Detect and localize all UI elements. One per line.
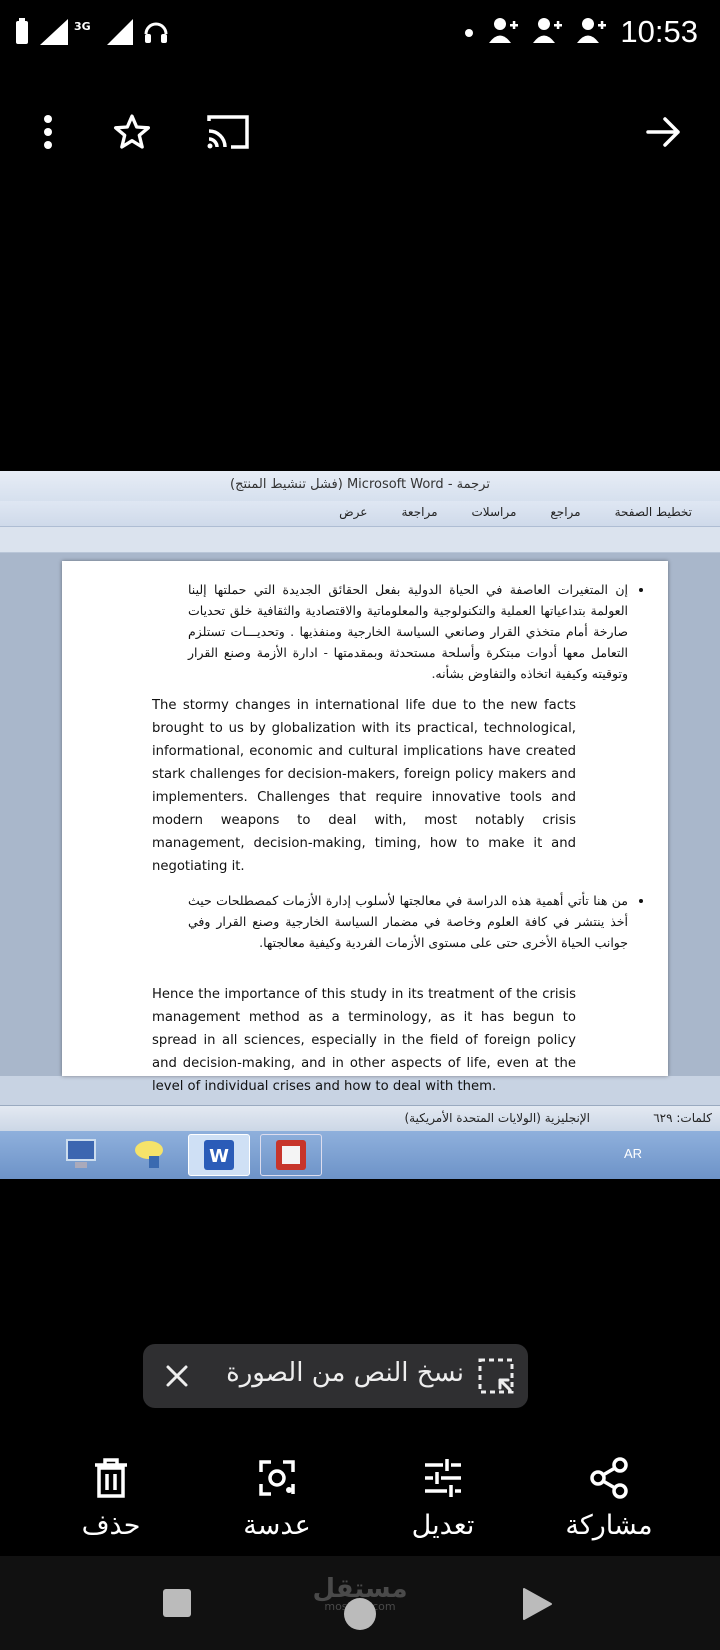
edit-label: تعديل [411,1510,475,1541]
clock: 10:53 [620,14,698,49]
close-chip-button[interactable] [159,1358,195,1394]
more-options-button[interactable] [22,106,74,158]
computer-icon [50,1134,112,1176]
keyboard-language: AR [623,1146,642,1161]
share-icon [590,1457,628,1499]
close-icon [166,1365,188,1387]
cast-button[interactable] [202,106,254,158]
square-icon [163,1589,191,1617]
back-button[interactable] [520,1586,560,1626]
english-paragraph-1: The stormy changes in international life… [152,698,576,874]
edit-button[interactable]: تعديل [368,1446,518,1541]
ribbon-tabs: تخطيط الصفحة مراجع مراسلات مراجعة عرض [339,505,692,519]
person-add-icon [576,16,607,48]
sliders-icon [425,1459,461,1497]
home-button[interactable] [340,1594,380,1634]
copy-text-chip[interactable]: نسخ النص من الصورة [143,1344,528,1408]
messenger-icon [118,1134,180,1176]
share-label: مشاركة [565,1510,653,1541]
navigation-bar: مستقل mostaql.com [0,1556,720,1650]
person-add-icon [488,16,519,48]
lens-icon [259,1460,295,1496]
forward-button[interactable] [638,106,690,158]
battery-icon [14,18,30,50]
delete-label: حذف [81,1510,141,1541]
signal-icon [40,19,70,49]
network-type: 3G [74,19,91,33]
image-viewer-icon [260,1134,322,1176]
arrow-right-icon [646,117,680,147]
word-status-bar: كلمات: ٦٢٩ الإنجليزية (الولايات المتحدة … [0,1105,720,1131]
english-paragraph-2: Hence the importance of this study in it… [152,987,576,1094]
person-add-icon [532,16,563,48]
share-button[interactable]: مشاركة [534,1446,684,1541]
recents-button[interactable] [160,1586,200,1626]
top-action-bar [0,96,720,168]
status-right: 10:53 [464,14,698,50]
word-ribbon: تخطيط الصفحة مراجع مراسلات مراجعة عرض [0,501,720,527]
svg-text:W: W [209,1146,229,1167]
ribbon-tab: مراجعة [401,505,438,519]
ribbon-tab: مراجع [550,505,581,519]
headset-icon [143,18,169,50]
windows-taskbar: W AR [0,1131,720,1179]
circle-icon [344,1598,376,1630]
ribbon-tab: تخطيط الصفحة [614,505,692,519]
ribbon-tab: مراسلات [471,505,517,519]
photo-actions: مشاركة تعديل عدسة حذف [0,1446,720,1556]
word-task-icon: W [188,1134,250,1176]
cast-icon [207,115,249,149]
window-title: ترجمة - Microsoft Word (فشل تنشيط المنتج… [230,477,490,492]
ruler [0,527,720,553]
arabic-paragraph-1: إن المتغيرات العاصفة في الحياة الدولية ب… [188,579,628,684]
play-icon [523,1588,552,1620]
trash-icon [95,1458,127,1498]
word-count: كلمات: ٦٢٩ [653,1111,712,1125]
dot-icon [464,23,474,42]
favorite-button[interactable] [106,106,158,158]
lens-label: عدسة [243,1510,311,1541]
delete-button[interactable]: حذف [36,1446,186,1541]
lens-button[interactable]: عدسة [202,1446,352,1541]
more-vertical-icon [44,115,52,149]
status-bar: 3G 10:53 [0,0,720,72]
star-icon [114,114,150,149]
copy-text-label: نسخ النص من الصورة [226,1358,464,1388]
status-left: 3G [14,18,169,50]
ribbon-tab: عرض [339,505,368,519]
photo-view[interactable]: ترجمة - Microsoft Word (فشل تنشيط المنتج… [0,471,720,1179]
word-title-bar: ترجمة - Microsoft Word (فشل تنشيط المنتج… [0,471,720,501]
language-indicator: الإنجليزية (الولايات المتحدة الأمريكية) [404,1111,590,1125]
arabic-paragraph-2: من هنا تأتي أهمية هذه الدراسة في معالجته… [188,890,628,953]
text-select-icon [478,1358,514,1394]
signal-icon [106,19,133,49]
